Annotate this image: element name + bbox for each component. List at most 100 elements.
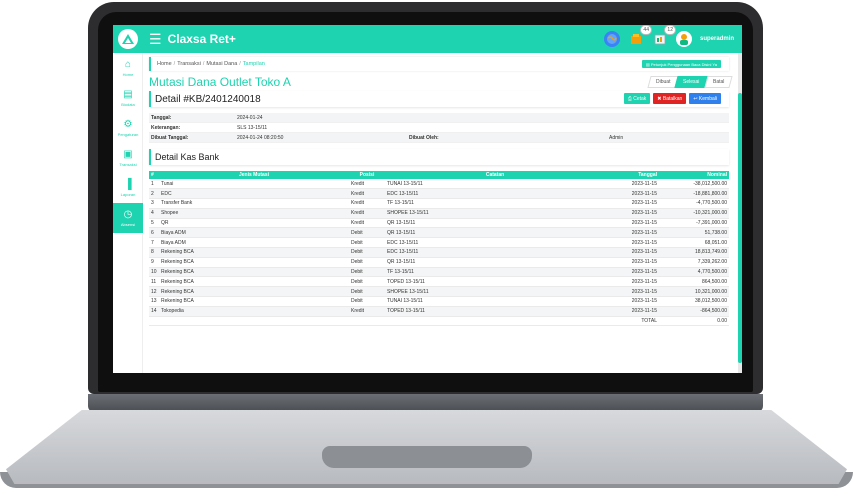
scrollbar-thumb[interactable] <box>738 93 742 363</box>
table-cell: -10,321,000.00 <box>659 208 729 219</box>
guide-button-label: Petunjuk Penggunaan Baca Disini Ya <box>650 61 717 67</box>
table-cell: TOPED 13-15/11 <box>385 276 605 288</box>
table-cell: EDC 13-15/11 <box>385 188 605 200</box>
table-cell: Biaya ADM <box>159 227 349 239</box>
print-button[interactable]: ⎙ Cetak <box>623 93 651 104</box>
table-cell: -38,012,500.00 <box>659 179 729 190</box>
breadcrumb-home[interactable]: Home <box>157 61 172 67</box>
sidebar-item-biodata[interactable]: ▤ Biodata <box>113 83 143 113</box>
table-cell: -7,391,000.00 <box>659 218 729 229</box>
table-cell: Debit <box>349 296 385 307</box>
back-button[interactable]: ↩ Kembali <box>689 93 721 104</box>
sidebar-item-absensi[interactable]: ◷ Absensi <box>113 203 143 233</box>
table-cell: Tunai <box>159 179 349 190</box>
step-label: Selesai <box>683 79 700 85</box>
breadcrumb-mutasi-dana[interactable]: Mutasi Dana <box>206 61 237 67</box>
table-row: 11 Rekening BCA Debit TOPED 13-15/11 2023-11… <box>149 276 729 288</box>
table-cell: Debit <box>349 237 385 249</box>
table-cell: 18,813,749.00 <box>659 247 729 258</box>
table-cell: SHOPEE 13-15/11 <box>385 208 605 219</box>
table-row: 2 EDC Kredit EDC 13-15/11 2023-11-15 -18,881,… <box>149 188 729 200</box>
user-avatar-icon[interactable] <box>675 31 692 47</box>
table-body: 1 Tunai Kredit TUNAI 13-15/11 2023-11-15 -38,… <box>149 179 729 327</box>
total-value: 0.00 <box>659 316 729 327</box>
table-cell: TF 13-15/11 <box>385 267 605 278</box>
table-row: 12 Rekening BCA Debit SHOPEE 13-15/11 2023-1… <box>149 286 729 298</box>
table-cell: Debit <box>349 276 385 288</box>
step-selesai: Selesai <box>674 76 709 88</box>
table-cell: QR 13-15/11 <box>385 257 605 268</box>
sidebar-item-label: Pengaturan <box>117 131 139 137</box>
total-label: TOTAL <box>605 316 659 327</box>
table-cell: 2023-11-15 <box>605 296 659 307</box>
breadcrumb-separator: / <box>202 61 205 67</box>
cart-icon[interactable]: 44 <box>628 25 652 47</box>
basket-icon: ▣ <box>123 148 133 160</box>
table-cell: 2023-11-15 <box>605 179 659 190</box>
info-label: Keterangan: <box>151 124 181 131</box>
table-cell: 2023-11-15 <box>605 257 659 268</box>
column-header: Tanggal <box>605 171 659 179</box>
cancel-button-label: Batalkan <box>662 95 683 102</box>
sidebar-item-transaksi[interactable]: ▣ Transaksi <box>113 143 143 173</box>
table-cell: Rekening BCA <box>159 267 349 278</box>
print-button-label: Cetak <box>633 95 647 102</box>
guide-button[interactable]: ▤ Petunjuk Penggunaan Baca Disini Ya <box>641 60 721 68</box>
table-cell: Debit <box>349 247 385 258</box>
sidebar-item-label: Home <box>122 71 134 77</box>
table-cell: 2023-11-15 <box>605 247 659 258</box>
table-cell: 10,321,000.00 <box>659 286 729 298</box>
menu-toggle-icon[interactable]: ☰ <box>149 31 162 48</box>
table-cell: 5 <box>149 218 159 229</box>
info-value: 2024-01-24 <box>237 114 263 121</box>
info-row-dibuat: Dibuat Tanggal: 2024-01-24 08:20:50 Dibu… <box>149 133 729 143</box>
table-cell: TUNAI 13-15/11 <box>385 296 605 307</box>
user-name[interactable]: superadmin <box>700 36 734 42</box>
app-logo[interactable] <box>113 25 143 53</box>
table-cell: 2023-11-15 <box>605 286 659 298</box>
table-cell: 14 <box>149 306 159 317</box>
table-cell: QR 13-15/11 <box>385 218 605 229</box>
sidebar-item-laporan[interactable]: ▐ Laporan <box>113 173 143 203</box>
table-cell: Kredit <box>349 306 385 317</box>
table-cell <box>159 316 349 327</box>
sidebar-item-pengaturan[interactable]: ⚙ Pengaturan <box>113 113 143 143</box>
cancel-button[interactable]: ✖ Batalkan <box>653 93 687 104</box>
info-value: 2024-01-24 08:20:50 <box>237 134 284 141</box>
table-cell: Rekening BCA <box>159 247 349 258</box>
detail-header: Detail #KB/2401240018 ⎙ Cetak ✖ Batalkan… <box>149 91 729 107</box>
table-cell: 12 <box>149 286 159 298</box>
kas-bank-title: Detail Kas Bank <box>155 152 220 162</box>
table-cell: 51,738.00 <box>659 227 729 239</box>
globe-icon[interactable] <box>603 31 620 47</box>
table-cell: 2023-11-15 <box>605 208 659 219</box>
column-header: Nominal <box>659 171 729 179</box>
table-row: 9 Rekening BCA Debit QR 13-15/11 2023-11-15 7… <box>149 257 729 268</box>
table-cell: SHOPEE 13-15/11 <box>385 286 605 298</box>
table-cell: EDC 13-15/11 <box>385 237 605 249</box>
breadcrumb-transaksi[interactable]: Transaksi <box>177 61 201 67</box>
table-cell: 2023-11-15 <box>605 276 659 288</box>
kas-bank-header: Detail Kas Bank <box>149 149 729 165</box>
table-cell: Debit <box>349 286 385 298</box>
table-cell: Rekening BCA <box>159 296 349 307</box>
table-cell: 7 <box>149 237 159 249</box>
table-cell: Debit <box>349 267 385 278</box>
notification-icon[interactable]: 12 <box>652 25 676 47</box>
table-cell: 864,500.00 <box>659 276 729 288</box>
table-cell: Kredit <box>349 198 385 209</box>
step-label: Dibuat <box>655 79 671 85</box>
scrollbar[interactable] <box>738 53 742 373</box>
table-cell: Transfer Bank <box>159 198 349 209</box>
info-row-keterangan: Keterangan: SLS 13-15/11 <box>149 123 729 133</box>
cart-badge: 44 <box>640 25 652 35</box>
info-value: Admin <box>609 134 624 141</box>
logo-icon <box>118 29 138 49</box>
column-header: # <box>149 171 159 179</box>
table-cell: TF 13-15/11 <box>385 198 605 209</box>
table-cell: 2023-11-15 <box>605 267 659 278</box>
table-cell: Tokopedia <box>159 306 349 317</box>
sidebar-item-home[interactable]: ⌂ Home <box>113 53 143 83</box>
breadcrumb-separator: / <box>239 61 241 67</box>
breadcrumb-current: Tampilan <box>242 61 265 67</box>
